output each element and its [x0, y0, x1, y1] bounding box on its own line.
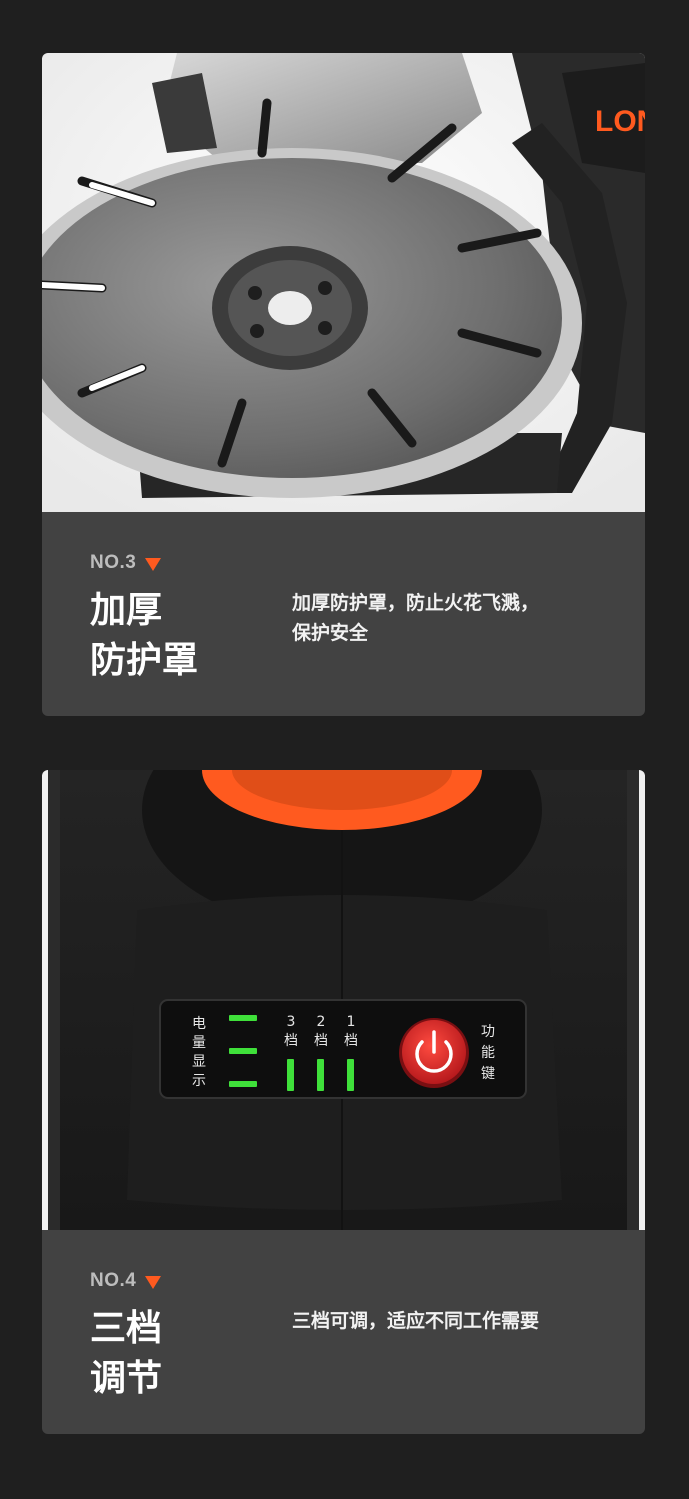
svg-text:电: 电: [192, 1016, 206, 1032]
feature-number: NO.4: [90, 1270, 162, 1292]
feature-description: 加厚防护罩，防止火花飞溅， 保护安全: [292, 588, 612, 648]
power-icon: [399, 1018, 469, 1088]
function-key-label: 功 能 键: [481, 1024, 495, 1082]
svg-text:2: 2: [317, 1014, 326, 1030]
svg-text:量: 量: [192, 1035, 206, 1051]
feature-desc-line1: 三档可调，适应不同工作需要: [292, 1310, 540, 1332]
feature-title-line2: 调节: [90, 1358, 163, 1399]
cutter-blade-photo: LON: [42, 53, 645, 512]
feature-description: 三档可调，适应不同工作需要: [292, 1306, 612, 1336]
svg-text:档: 档: [314, 1033, 328, 1049]
feature-number-text: NO.4: [90, 1270, 137, 1291]
down-triangle-icon: [145, 1275, 162, 1289]
feature-number: NO.3: [90, 552, 162, 574]
svg-text:能: 能: [481, 1045, 495, 1061]
svg-text:键: 键: [481, 1066, 495, 1082]
feature-title: 三档 调节: [90, 1304, 162, 1404]
feature-desc-line2: 保护安全: [292, 622, 369, 644]
feature-card-guard: LO NO.3 加厚 防护罩 加厚防护罩，防止火花飞溅， 保护安全: [42, 53, 645, 716]
feature-title-line2: 防护罩: [90, 640, 199, 681]
svg-text:3: 3: [287, 1014, 296, 1030]
feature-desc-line1: 加厚防护罩，防止火花飞溅，: [292, 592, 540, 614]
feature-title: 加厚 防护罩: [90, 586, 198, 686]
svg-text:显: 显: [192, 1054, 206, 1070]
svg-text:档: 档: [284, 1033, 298, 1049]
feature-title-line1: 加厚: [90, 590, 163, 631]
control-panel-photo: 电 量 显 示 3 档 2 档 1 档 功 能 键: [42, 770, 645, 1230]
brand-logo: LON: [595, 105, 645, 138]
feature-number-text: NO.3: [90, 552, 137, 573]
feature-card-gears: 电 量 显 示 3 档 2 档 1 档 功 能 键 NO.4 三档 调节 三档可…: [42, 770, 645, 1434]
feature-info-guard: NO.3 加厚 防护罩 加厚防护罩，防止火花飞溅， 保护安全: [42, 512, 645, 716]
feature-title-line1: 三档: [90, 1308, 163, 1349]
svg-text:示: 示: [192, 1073, 206, 1089]
svg-text:1: 1: [347, 1014, 356, 1030]
down-triangle-icon: [145, 557, 162, 571]
feature-info-gears: NO.4 三档 调节 三档可调，适应不同工作需要: [42, 1230, 645, 1434]
svg-text:档: 档: [344, 1033, 358, 1049]
svg-text:功: 功: [481, 1024, 495, 1040]
